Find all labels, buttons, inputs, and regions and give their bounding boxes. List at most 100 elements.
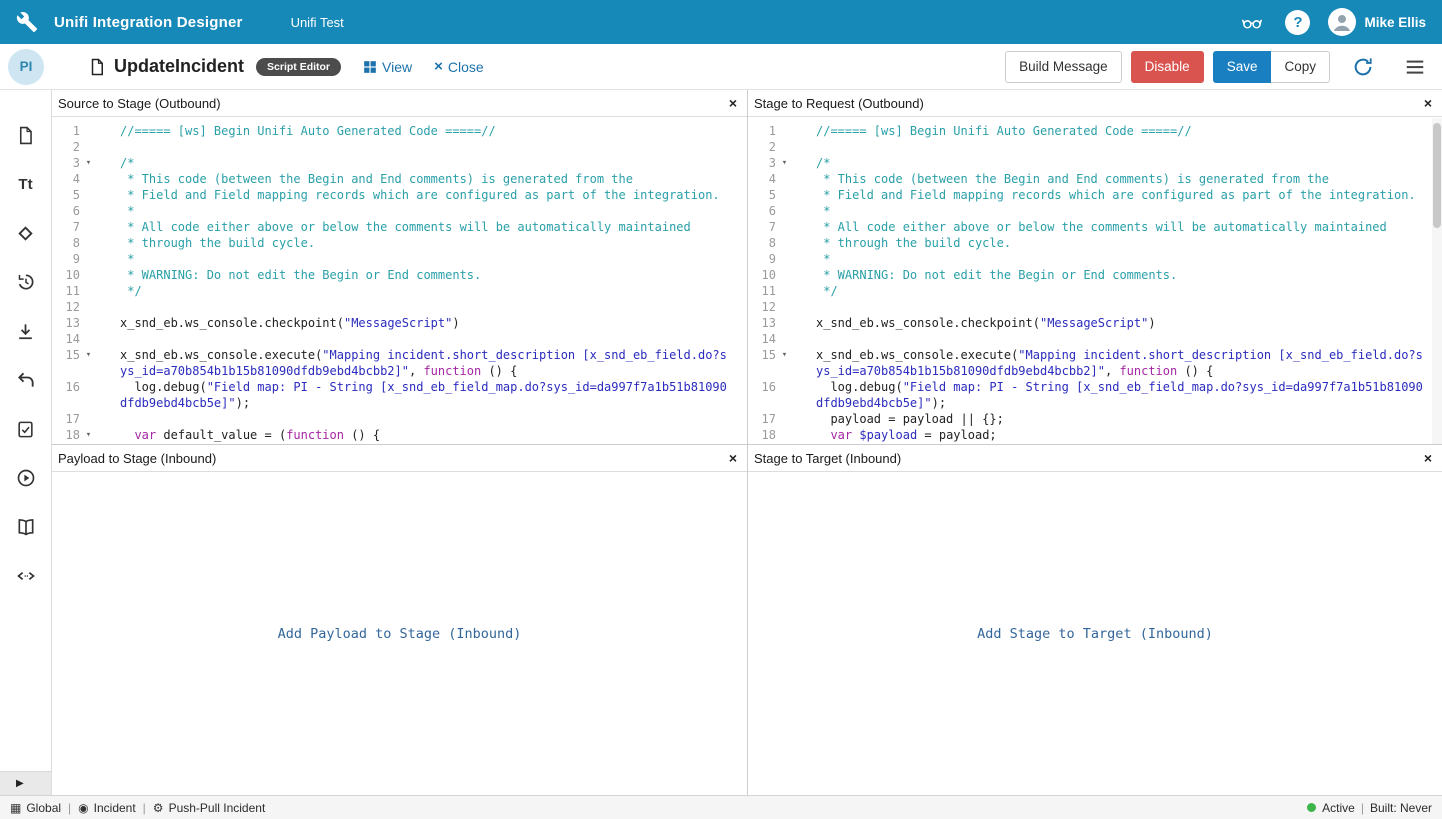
spectacles-icon[interactable] <box>1237 10 1267 34</box>
avatar-column: PI <box>0 49 52 85</box>
code-text <box>120 299 733 315</box>
code-line: 4 * This code (between the Begin and End… <box>748 171 1442 187</box>
copy-button[interactable]: Copy <box>1271 51 1330 83</box>
close-button[interactable]: × Close <box>434 58 484 75</box>
workspace: Tt <box>0 90 1442 795</box>
build-message-button[interactable]: Build Message <box>1005 51 1122 83</box>
code-line: 14 <box>52 331 747 347</box>
table-label: Incident <box>94 801 136 815</box>
code-text <box>120 411 733 427</box>
save-button[interactable]: Save <box>1213 51 1272 83</box>
code-line: 14 <box>748 331 1442 347</box>
text-format-icon[interactable]: Tt <box>15 173 37 195</box>
panel-close-icon[interactable]: × <box>729 96 737 110</box>
built-label: Built: Never <box>1370 801 1432 815</box>
record-header: PI UpdateIncident Script Editor View × C… <box>0 44 1442 90</box>
code-editor-source-to-stage[interactable]: 1//===== [ws] Begin Unifi Auto Generated… <box>52 117 747 444</box>
scrollbar-thumb[interactable] <box>1433 123 1441 228</box>
field-map-icon[interactable] <box>15 222 37 244</box>
code-line: 13x_snd_eb.ws_console.checkpoint("Messag… <box>52 315 747 331</box>
history-icon[interactable] <box>15 271 37 293</box>
panel-header: Stage to Target (Inbound) × <box>748 445 1442 472</box>
script-editor-badge: Script Editor <box>256 58 341 76</box>
panel-header: Stage to Request (Outbound) × <box>748 90 1442 117</box>
docs-icon[interactable] <box>15 516 37 538</box>
panel-header: Payload to Stage (Inbound) × <box>52 445 747 472</box>
fold-spacer <box>776 315 793 331</box>
line-number: 3 <box>748 155 776 171</box>
panel-header: Source to Stage (Outbound) × <box>52 90 747 117</box>
hamburger-menu-icon[interactable] <box>1402 54 1428 80</box>
code-text <box>816 331 1428 347</box>
line-number: 13 <box>748 315 776 331</box>
line-number: 14 <box>748 331 776 347</box>
fold-toggle-icon[interactable]: ▾ <box>80 155 97 171</box>
panel-stage-to-target: Stage to Target (Inbound) × Add Stage to… <box>747 444 1442 795</box>
grid-scope-icon: ▦ <box>10 801 21 815</box>
line-number: 2 <box>52 139 80 155</box>
topbar-actions: ? Mike Ellis <box>1237 8 1426 36</box>
run-icon[interactable] <box>15 467 37 489</box>
code-icon[interactable] <box>15 565 37 587</box>
code-text: x_snd_eb.ws_console.execute("Mapping inc… <box>120 347 733 379</box>
fold-toggle-icon[interactable]: ▾ <box>80 427 97 443</box>
app-title: Unifi Integration Designer <box>54 14 243 31</box>
fold-spacer <box>80 139 97 155</box>
code-line: 3▾/* <box>748 155 1442 171</box>
code-line: 8 * through the build cycle. <box>52 235 747 251</box>
code-line: 16 log.debug("Field map: PI - String [x_… <box>52 379 747 411</box>
add-stage-to-target-link[interactable]: Add Stage to Target (Inbound) <box>977 626 1213 642</box>
code-line: 15▾x_snd_eb.ws_console.execute("Mapping … <box>52 347 747 379</box>
panel-close-icon[interactable]: × <box>1424 451 1432 465</box>
code-text: */ <box>120 283 733 299</box>
user-menu[interactable]: Mike Ellis <box>1328 8 1426 36</box>
line-number: 18 <box>748 427 776 443</box>
undo-icon[interactable] <box>15 369 37 391</box>
fold-spacer <box>776 187 793 203</box>
grid-view-icon <box>363 60 377 74</box>
code-text: log.debug("Field map: PI - String [x_snd… <box>120 379 733 411</box>
fold-spacer <box>80 251 97 267</box>
panel-close-icon[interactable]: × <box>729 451 737 465</box>
fold-spacer <box>776 331 793 347</box>
wrench-icon[interactable] <box>16 10 40 34</box>
line-number: 9 <box>52 251 80 267</box>
tasks-icon[interactable] <box>15 418 37 440</box>
scrollbar-track[interactable] <box>1432 118 1442 444</box>
panel-payload-to-stage: Payload to Stage (Inbound) × Add Payload… <box>52 444 747 795</box>
fold-spacer <box>80 331 97 347</box>
line-number: 4 <box>748 171 776 187</box>
line-number: 17 <box>748 411 776 427</box>
code-text: * through the build cycle. <box>120 235 733 251</box>
table-item[interactable]: ◉ Incident <box>78 801 136 815</box>
code-line: 18▾ var default_value = (function () { <box>52 427 747 443</box>
fold-toggle-icon[interactable]: ▾ <box>80 347 97 379</box>
file-icon[interactable] <box>15 124 37 146</box>
download-icon[interactable] <box>15 320 37 342</box>
code-text: * through the build cycle. <box>816 235 1428 251</box>
document-icon <box>88 57 106 77</box>
code-editor-stage-to-request[interactable]: 1//===== [ws] Begin Unifi Auto Generated… <box>748 117 1442 444</box>
panel-close-icon[interactable]: × <box>1424 96 1432 110</box>
disable-button[interactable]: Disable <box>1131 51 1204 83</box>
fold-spacer <box>80 379 97 411</box>
code-line: 12 <box>748 299 1442 315</box>
line-number: 8 <box>748 235 776 251</box>
code-text <box>816 299 1428 315</box>
code-text: /* <box>120 155 733 171</box>
help-icon[interactable]: ? <box>1285 10 1310 35</box>
scope-item[interactable]: ▦ Global <box>10 801 61 815</box>
record-circle-icon: ◉ <box>78 801 88 815</box>
fold-toggle-icon[interactable]: ▾ <box>776 155 793 171</box>
integration-avatar[interactable]: PI <box>8 49 44 85</box>
code-line: 9 * <box>52 251 747 267</box>
integration-item[interactable]: ⚙ Push-Pull Incident <box>153 801 266 815</box>
view-button[interactable]: View <box>363 59 412 75</box>
add-payload-to-stage-link[interactable]: Add Payload to Stage (Inbound) <box>278 626 522 642</box>
sidebar-collapse-toggle[interactable]: ▶ <box>0 771 51 795</box>
line-number: 17 <box>52 411 80 427</box>
empty-script-area: Add Stage to Target (Inbound) <box>748 472 1442 795</box>
panel-source-to-stage: Source to Stage (Outbound) × 1//===== [w… <box>52 90 747 444</box>
fold-toggle-icon[interactable]: ▾ <box>776 347 793 379</box>
refresh-icon[interactable] <box>1350 54 1376 80</box>
